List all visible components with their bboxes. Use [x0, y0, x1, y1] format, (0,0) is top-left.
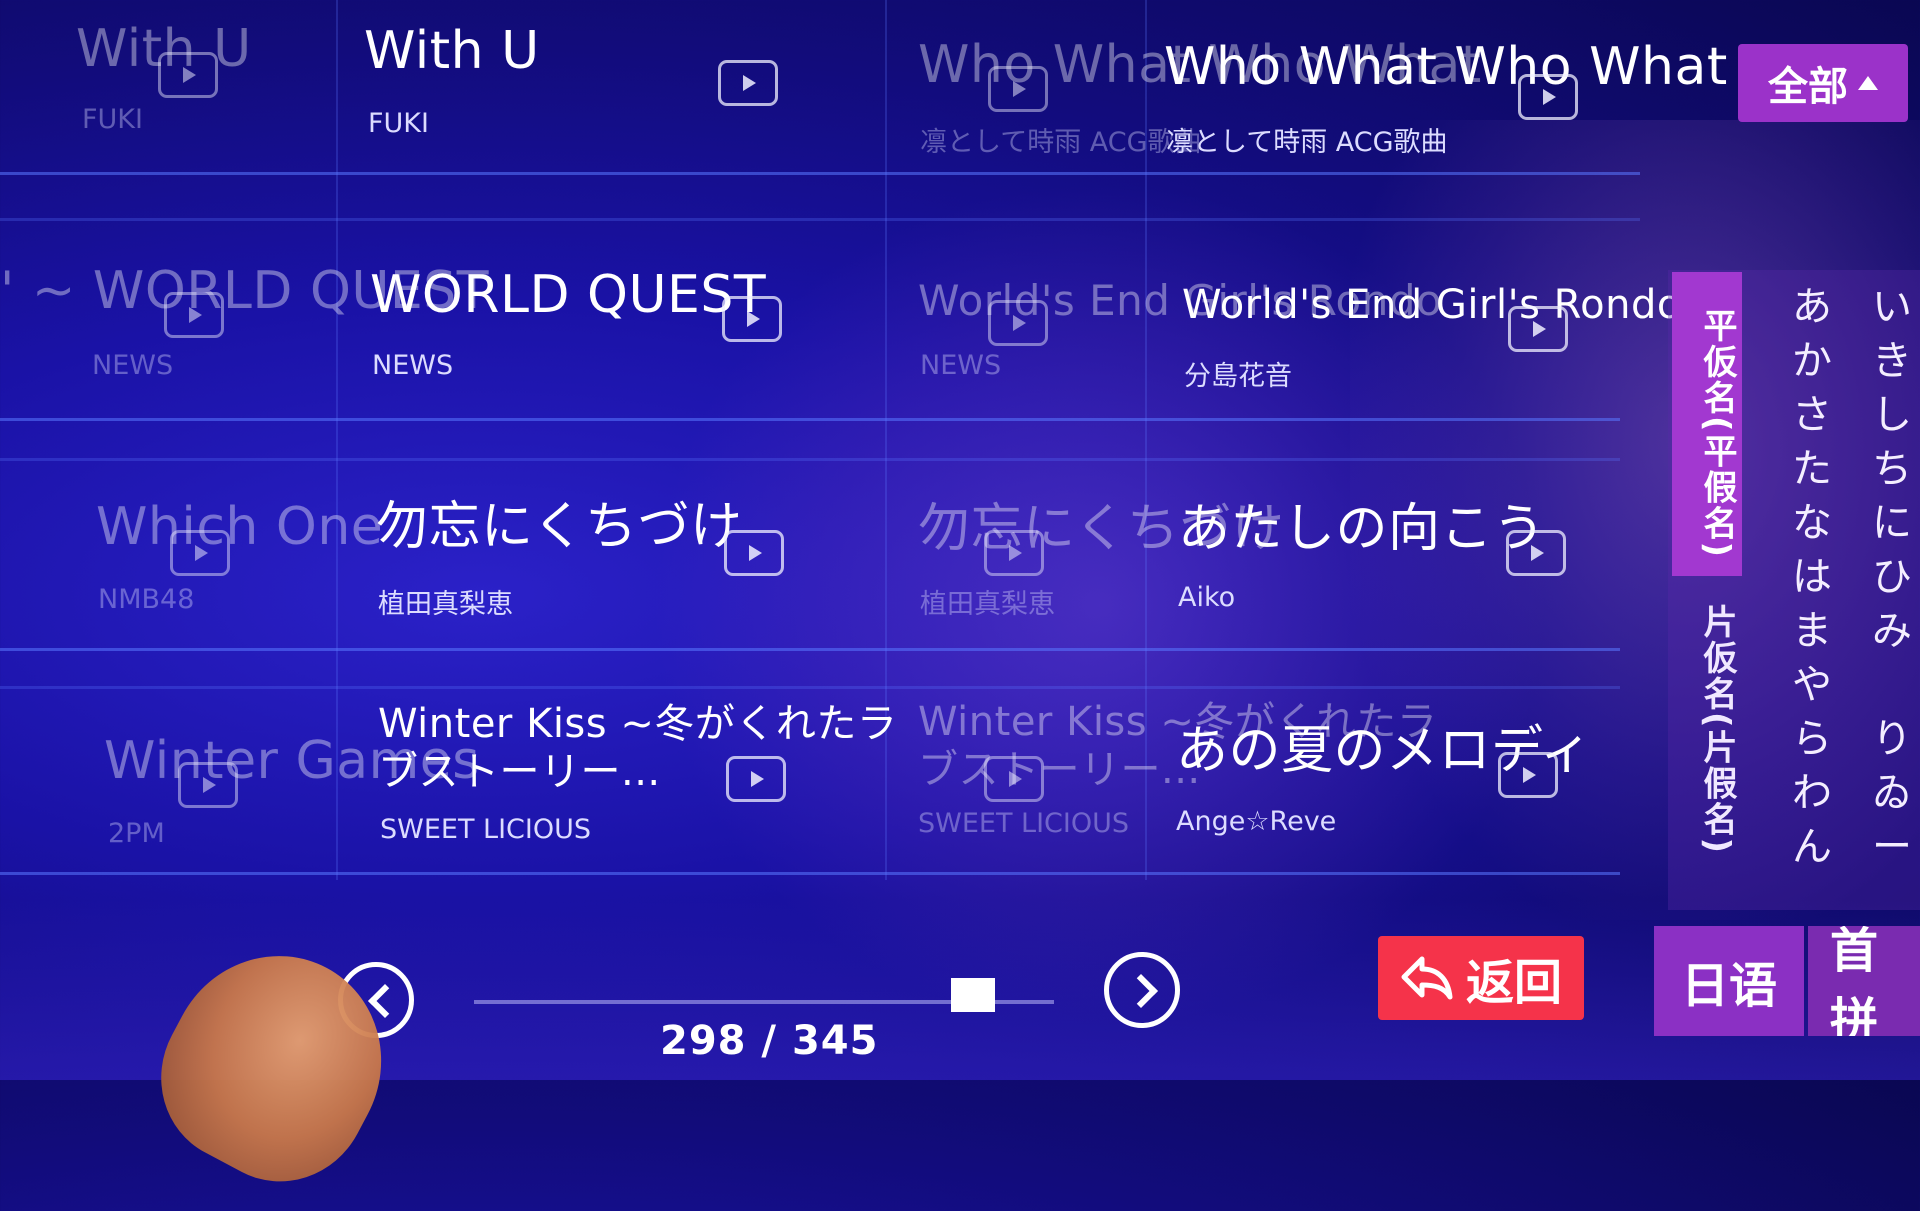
song-artist: NEWS	[920, 350, 1002, 381]
play-icon[interactable]	[164, 292, 224, 338]
kana-column-1: あ か さ た な は ま や ら わ ん	[1772, 280, 1852, 874]
song-artist: FUKI	[368, 108, 429, 139]
kana-key[interactable]: あ	[1772, 280, 1852, 334]
kana-key[interactable]: ら	[1772, 712, 1852, 766]
song-artist: NEWS	[372, 350, 454, 381]
play-icon[interactable]	[984, 530, 1044, 576]
kana-key[interactable]: き	[1852, 334, 1920, 388]
song-title: World's End Girl's Rondo	[1182, 282, 1682, 328]
row-divider	[0, 648, 1620, 651]
return-arrow-icon	[1401, 956, 1453, 1000]
tab-katakana-label: 片仮名(片假名)	[1697, 604, 1737, 856]
song-title: Who What Who What	[1164, 37, 1728, 97]
chevron-right-icon	[1124, 974, 1158, 1008]
play-icon[interactable]	[718, 60, 778, 106]
caret-up-icon	[1858, 76, 1878, 90]
song-artist: 凛として時雨 ACG歌曲	[1166, 127, 1448, 158]
song-artist: 2PM	[108, 818, 165, 849]
tab-initials[interactable]: 首拼	[1808, 926, 1920, 1036]
kana-key[interactable]: ま	[1772, 604, 1852, 658]
tab-japanese-label: 日语	[1680, 958, 1777, 1014]
play-icon[interactable]	[1518, 74, 1578, 120]
song-artist: Aiko	[1178, 582, 1236, 613]
play-icon[interactable]	[170, 530, 230, 576]
tab-initials-label: 首拼	[1830, 926, 1879, 1036]
kana-key[interactable]	[1852, 658, 1920, 712]
play-icon[interactable]	[988, 66, 1048, 112]
song-artist: SWEET LICIOUS	[380, 814, 592, 845]
kana-key[interactable]: み	[1852, 604, 1920, 658]
row-divider	[0, 418, 1620, 421]
row-divider	[0, 872, 1620, 875]
play-icon[interactable]	[722, 296, 782, 342]
kana-key[interactable]: ー	[1852, 820, 1920, 874]
row-divider	[0, 172, 1640, 175]
play-icon[interactable]	[726, 756, 786, 802]
kana-key[interactable]: に	[1852, 496, 1920, 550]
song-artist: NEWS	[92, 350, 174, 381]
kana-key[interactable]: ち	[1852, 442, 1920, 496]
kana-key[interactable]: や	[1772, 658, 1852, 712]
row-divider	[0, 458, 1620, 461]
play-icon[interactable]	[988, 300, 1048, 346]
song-title: あたしの向こう	[1178, 499, 1546, 559]
song-artist: 分島花音	[1184, 361, 1292, 392]
chevron-left-icon	[368, 984, 402, 1018]
song-title: WORLD QUEST	[370, 265, 767, 325]
song-title: With U	[364, 21, 540, 81]
song-title: Which One	[96, 497, 384, 557]
play-icon[interactable]	[1508, 306, 1568, 352]
page-counter: 298 / 345	[660, 1018, 879, 1064]
kana-key[interactable]: ゐ	[1852, 766, 1920, 820]
kana-key[interactable]: ひ	[1852, 550, 1920, 604]
song-title: Winter Kiss ~冬がくれたラブストーリー...	[378, 701, 898, 795]
song-artist: 凛として時雨 ACG歌曲	[920, 127, 1202, 158]
song-title: 勿忘にくちづけ	[376, 497, 743, 557]
play-icon[interactable]	[158, 52, 218, 98]
kana-key[interactable]: わ	[1772, 766, 1852, 820]
back-label: 返回	[1465, 955, 1562, 1011]
kana-key[interactable]: か	[1772, 334, 1852, 388]
filter-all-label: 全部	[1768, 64, 1848, 110]
kana-key[interactable]: い	[1852, 280, 1920, 334]
play-icon[interactable]	[178, 762, 238, 808]
song-artist: 植田真梨恵	[920, 589, 1055, 620]
song-artist: SWEET LICIOUS	[918, 808, 1130, 839]
song-artist: 植田真梨恵	[378, 589, 513, 620]
kana-key[interactable]: り	[1852, 712, 1920, 766]
kana-key[interactable]: は	[1772, 550, 1852, 604]
page-progress-thumb[interactable]	[950, 978, 995, 1012]
tab-katakana[interactable]: 片仮名(片假名)	[1672, 600, 1742, 860]
back-button[interactable]: 返回	[1378, 936, 1584, 1020]
song-artist: FUKI	[82, 104, 143, 135]
tab-hiragana[interactable]: 平仮名(平假名)	[1672, 272, 1742, 576]
next-page-button[interactable]	[1104, 952, 1180, 1028]
kana-key[interactable]: ん	[1772, 820, 1852, 874]
kana-key[interactable]: た	[1772, 442, 1852, 496]
tab-japanese[interactable]: 日语	[1654, 926, 1804, 1036]
kana-key[interactable]: さ	[1772, 388, 1852, 442]
row-divider	[0, 686, 1620, 689]
play-icon[interactable]	[984, 756, 1044, 802]
play-icon[interactable]	[1506, 530, 1566, 576]
row-divider	[0, 218, 1640, 221]
kana-key[interactable]: な	[1772, 496, 1852, 550]
song-artist: Ange☆Reve	[1176, 806, 1337, 837]
tab-hiragana-label: 平仮名(平假名)	[1697, 308, 1737, 560]
kana-key[interactable]: し	[1852, 388, 1920, 442]
filter-all-button[interactable]: 全部	[1738, 44, 1908, 122]
kana-column-2: い き し ち に ひ み り ゐ ー	[1852, 280, 1920, 874]
play-icon[interactable]	[1498, 752, 1558, 798]
song-artist: NMB48	[98, 584, 195, 615]
play-icon[interactable]	[724, 530, 784, 576]
